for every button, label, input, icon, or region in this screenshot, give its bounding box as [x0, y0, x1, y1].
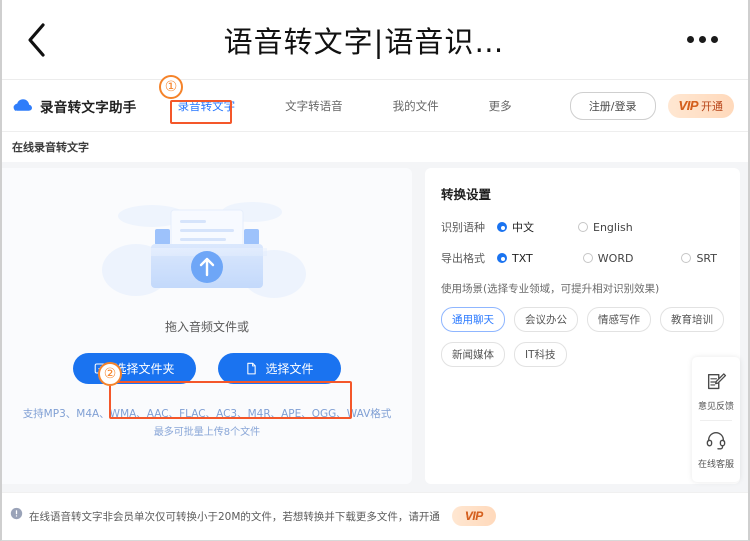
nav-item-text-to-speech[interactable]: 文字转语音	[278, 93, 350, 119]
scene-tag-education[interactable]: 教育培训	[660, 307, 724, 332]
language-option-chinese[interactable]: 中文	[497, 219, 534, 235]
nav-item-speech-to-text[interactable]: 录音转文字	[171, 93, 243, 119]
radio-icon	[497, 253, 507, 263]
drop-hint-text: 拖入音频文件或	[164, 320, 249, 334]
floating-tools-panel: 意见反馈 在线客服	[692, 357, 740, 482]
notice-vip-label: VIP	[464, 509, 483, 523]
breadcrumb: 在线录音转文字	[2, 132, 748, 162]
select-file-button[interactable]: 选择文件	[218, 353, 341, 384]
upload-buttons: 选择文件夹 选择文件	[73, 353, 341, 384]
nav-item-more[interactable]: 更多	[482, 93, 519, 119]
scene-hint: 使用场景(选择专业领域，可提升相对识别效果)	[441, 283, 660, 295]
format-option-word[interactable]: WORD	[582, 251, 634, 265]
page-title: 语音转文字|语音识…	[223, 24, 505, 59]
feedback-label: 意见反馈	[697, 402, 734, 412]
file-add-icon	[245, 362, 258, 375]
language-row: 识别语种 中文 English	[441, 219, 724, 235]
cloud-icon	[12, 95, 34, 117]
online-service-button[interactable]: 在线客服	[692, 424, 740, 475]
upload-folder-icon	[92, 182, 322, 314]
nav-items: 录音转文字 文字转语音 我的文件 更多	[171, 93, 519, 119]
select-file-label: 选择文件	[265, 362, 314, 376]
nav-right: 注册/登录 VIP 开通	[569, 91, 734, 120]
dot	[686, 36, 694, 43]
format-option-txt[interactable]: TXT	[497, 252, 533, 265]
formats-line: 支持MP3、M4A、WMA、AAC、FLAC、AC3、M4R、APE、OGG、W…	[22, 408, 392, 420]
divider	[700, 420, 732, 421]
settings-title: 转换设置	[441, 187, 492, 202]
language-option-chinese-label: 中文	[512, 221, 534, 234]
feedback-note-icon	[705, 371, 727, 396]
brand-name: 录音转文字助手	[40, 99, 137, 116]
vip-label: VIP	[678, 98, 699, 113]
nav-item-my-files[interactable]: 我的文件	[386, 93, 446, 119]
feedback-button[interactable]: 意见反馈	[692, 366, 740, 417]
folder-add-icon	[94, 362, 107, 375]
radio-icon	[582, 253, 593, 263]
headset-icon	[705, 429, 727, 454]
notice-text: 在线语音转文字非会员单次仅可转换小于20M的文件，若想转换并下载更多文件，请开通	[29, 510, 440, 523]
scene-tag-emotional-writing[interactable]: 情感写作	[587, 307, 651, 332]
format-label: 导出格式	[441, 252, 485, 265]
chevron-left-icon	[25, 20, 49, 60]
scene-tag-general-chat[interactable]: 通用聊天	[441, 307, 505, 332]
scene-tag-meeting[interactable]: 会议办公	[514, 307, 578, 332]
scene-tag-news-media[interactable]: 新闻媒体	[441, 342, 505, 367]
language-option-english[interactable]: English	[578, 221, 633, 234]
format-option-srt-label: SRT	[696, 251, 717, 265]
vip-upgrade-badge[interactable]: VIP 开通	[667, 93, 734, 118]
main-content: 拖入音频文件或 选择文件夹 选择文件 支持MP3、M4A、WMA、AAC、FLA…	[2, 162, 748, 492]
format-option-txt-label: TXT	[512, 251, 533, 265]
format-option-srt[interactable]: SRT	[681, 252, 717, 265]
login-button[interactable]: 注册/登录	[569, 91, 656, 120]
info-icon	[10, 507, 23, 525]
scene-tag-row-2: 新闻媒体 IT科技	[441, 342, 724, 367]
scene-tag-it-tech[interactable]: IT科技	[514, 342, 567, 367]
select-folder-button[interactable]: 选择文件夹	[73, 353, 196, 384]
dot	[710, 36, 718, 43]
radio-icon	[578, 222, 588, 232]
format-row: 导出格式 TXT WORD SRT	[441, 250, 724, 266]
back-button[interactable]	[2, 0, 72, 80]
language-label: 识别语种	[441, 221, 485, 234]
language-option-english-label: English	[593, 220, 633, 234]
upload-limit-line: 最多可批量上传8个文件	[153, 426, 261, 438]
notice-vip-badge[interactable]: VIP	[451, 506, 496, 526]
vip-notice-bar: 在线语音转文字非会员单次仅可转换小于20M的文件，若想转换并下载更多文件，请开通…	[2, 492, 748, 539]
dot	[698, 36, 706, 43]
more-dots-icon[interactable]	[656, 0, 748, 80]
site-navigation: 录音转文字助手 录音转文字 文字转语音 我的文件 更多 注册/登录 VIP 开通	[2, 80, 748, 132]
vip-sub-label: 开通	[701, 99, 723, 113]
supported-formats: 支持MP3、M4A、WMA、AAC、FLAC、AC3、M4R、APE、OGG、W…	[23, 406, 392, 441]
radio-icon	[497, 222, 507, 232]
upload-drop-zone[interactable]: 拖入音频文件或 选择文件夹 选择文件 支持MP3、M4A、WMA、AAC、FLA…	[2, 168, 412, 484]
app-frame: 语音转文字|语音识… 录音转文字助手 录音转文字 文字转语音 我的文件 更多 注…	[0, 0, 750, 541]
service-label: 在线客服	[697, 460, 734, 470]
scene-tag-row-1: 通用聊天 会议办公 情感写作 教育培训	[441, 307, 724, 332]
brand[interactable]: 录音转文字助手	[12, 95, 137, 117]
conversion-settings-card: 转换设置 识别语种 中文 English 导出格式 TXT WORD SRT 使…	[425, 168, 740, 484]
format-option-word-label: WORD	[597, 251, 634, 265]
radio-icon	[681, 253, 692, 263]
browser-header: 语音转文字|语音识…	[2, 0, 748, 80]
select-folder-label: 选择文件夹	[114, 362, 175, 376]
